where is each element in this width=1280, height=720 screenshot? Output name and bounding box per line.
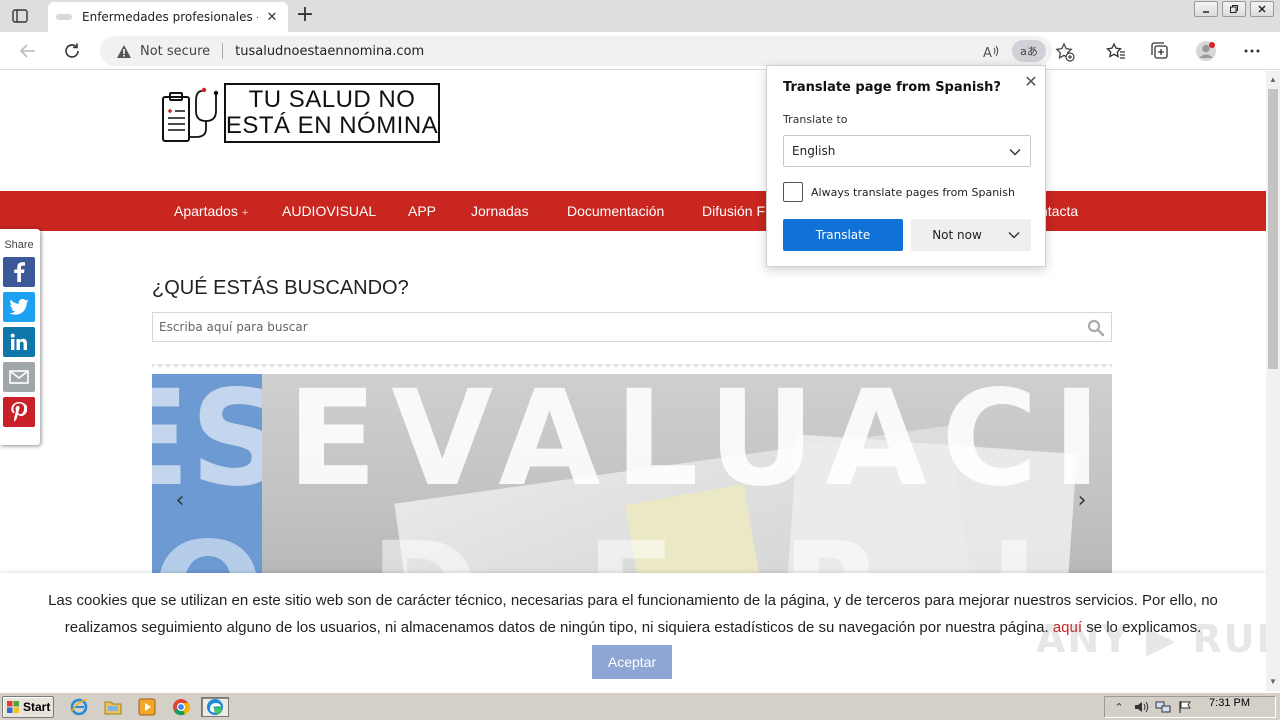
nav-expand-icon: + — [241, 207, 249, 219]
nav-item-jornadas[interactable]: Jornadas — [471, 191, 529, 231]
clipboard-stethoscope-icon — [162, 87, 219, 142]
tab-title: Enfermedades profesionales - Tu salud no… — [82, 10, 258, 24]
scroll-thumb[interactable] — [1268, 89, 1278, 369]
always-translate-row: Always translate pages from Spanish — [783, 182, 1015, 202]
address-bar[interactable]: Not secure tusaludnoestaennomina.com A a… — [100, 36, 1075, 66]
read-aloud-icon[interactable]: A — [980, 41, 1002, 63]
logo-line-1: TU SALUD NO — [248, 86, 416, 113]
translate-popup: Translate page from Spanish? ✕ Translate… — [766, 65, 1046, 267]
email-icon[interactable] — [3, 362, 35, 392]
svg-text:A: A — [983, 46, 992, 60]
share-label: Share — [4, 239, 34, 251]
edge-icon[interactable] — [201, 697, 229, 717]
windows-logo-icon — [7, 701, 19, 713]
scroll-down-icon[interactable]: ▼ — [1268, 676, 1278, 688]
search-heading: ¿QUÉ ESTÁS BUSCANDO? — [152, 277, 409, 299]
page-scrollbar[interactable]: ▲ ▼ — [1266, 71, 1280, 691]
share-sidebar: Share — [0, 229, 40, 445]
address-separator — [222, 43, 224, 59]
minimize-icon[interactable] — [1194, 1, 1218, 17]
tab-actions-icon[interactable] — [8, 6, 32, 26]
tab-close-icon[interactable]: ✕ — [264, 9, 280, 25]
restore-icon[interactable] — [1222, 1, 1246, 17]
nav-item-label: Apartados — [174, 203, 238, 219]
not-now-label: Not now — [932, 228, 982, 242]
start-label: Start — [23, 700, 51, 714]
slider-next-icon[interactable]: › — [1072, 486, 1092, 516]
network-icon[interactable] — [1155, 700, 1171, 714]
translate-popup-title: Translate page from Spanish? — [783, 80, 1001, 95]
system-tray: ⌃ — [1104, 696, 1276, 718]
chevron-down-icon[interactable] — [1007, 228, 1021, 242]
browser-tab-active[interactable]: Enfermedades profesionales - Tu salud no… — [48, 2, 288, 32]
profile-avatar-icon[interactable] — [1194, 40, 1218, 62]
add-favorite-icon[interactable] — [1054, 41, 1076, 63]
logo-line-2: ESTÁ EN NÓMINA — [225, 112, 439, 139]
image-slider[interactable]: ES EVALUACIO O D E R I E S G O ‹ › — [152, 374, 1112, 594]
volume-icon[interactable] — [1133, 700, 1149, 714]
nav-item-audiovisual[interactable]: AUDIOVISUAL — [282, 191, 376, 231]
close-window-icon[interactable] — [1250, 1, 1274, 17]
browser-tab-bar: Enfermedades profesionales - Tu salud no… — [0, 0, 1280, 32]
window-controls — [1190, 0, 1274, 17]
slider-prev-icon[interactable]: ‹ — [170, 486, 190, 516]
logo-text-box: TU SALUD NO ESTÁ EN NÓMINA — [224, 83, 440, 143]
nav-item-difusion[interactable]: Difusión F — [702, 191, 765, 231]
refresh-icon[interactable] — [58, 38, 86, 64]
not-now-button[interactable]: Not now — [911, 219, 1031, 251]
tab-favicon-icon — [56, 14, 72, 20]
pinterest-icon[interactable] — [3, 397, 35, 427]
language-select[interactable]: English — [783, 135, 1031, 167]
main-nav: Apartados + AUDIOVISUAL APP Jornadas Docu… — [0, 191, 1266, 231]
more-menu-icon[interactable] — [1240, 40, 1264, 62]
chrome-icon[interactable] — [170, 697, 192, 717]
translate-icon[interactable]: aあ — [1012, 40, 1046, 62]
collections-icon[interactable] — [1148, 40, 1172, 62]
nav-item-documentacion[interactable]: Documentación — [567, 191, 664, 231]
windows-taskbar: Start ⌃ 7:31 PM — [0, 692, 1280, 720]
always-translate-label[interactable]: Always translate pages from Spanish — [811, 186, 1015, 199]
search-input[interactable] — [153, 313, 1073, 341]
anyrun-watermark: ANY ▶ RUN — [1036, 617, 1266, 661]
slider-text-left: ES — [152, 374, 262, 506]
tray-expand-icon[interactable]: ⌃ — [1111, 700, 1127, 714]
url-text[interactable]: tusaludnoestaennomina.com — [235, 44, 424, 59]
flag-icon[interactable] — [1177, 700, 1193, 714]
linkedin-icon[interactable] — [3, 327, 35, 357]
selected-language: English — [792, 144, 836, 158]
site-logo[interactable]: TU SALUD NO ESTÁ EN NÓMINA — [160, 81, 450, 145]
translate-button[interactable]: Translate — [783, 219, 903, 251]
media-player-icon[interactable] — [136, 697, 158, 717]
chevron-down-icon — [1009, 149, 1021, 156]
favorites-icon[interactable] — [1104, 40, 1128, 62]
nav-item-apartados[interactable]: Apartados + — [174, 191, 248, 231]
security-indicator[interactable]: Not secure — [116, 44, 210, 59]
accept-cookies-button[interactable]: Aceptar — [592, 645, 672, 679]
start-button[interactable]: Start — [2, 696, 54, 718]
translate-to-label: Translate to — [783, 113, 848, 126]
slider-headline: EVALUACIO — [287, 374, 1112, 516]
search-box — [152, 312, 1112, 342]
not-secure-label: Not secure — [140, 43, 211, 59]
twitter-icon[interactable] — [3, 292, 35, 322]
scroll-up-icon[interactable]: ▲ — [1268, 74, 1278, 86]
decorative-divider — [152, 364, 1112, 372]
taskbar-clock[interactable]: 7:31 PM — [1209, 697, 1250, 709]
close-icon[interactable]: ✕ — [1021, 72, 1041, 92]
facebook-icon[interactable] — [3, 257, 35, 287]
warning-icon — [117, 44, 131, 58]
browser-toolbar: Not secure tusaludnoestaennomina.com A a… — [0, 32, 1280, 70]
cookie-banner: Las cookies que se utilizan en este siti… — [0, 573, 1266, 691]
nav-item-app[interactable]: APP — [408, 191, 436, 231]
search-icon[interactable] — [1087, 319, 1105, 337]
back-icon[interactable] — [14, 38, 42, 64]
web-page: TU SALUD NO ESTÁ EN NÓMINA Apartados + AU… — [0, 71, 1266, 691]
always-translate-checkbox[interactable] — [783, 182, 803, 202]
internet-explorer-icon[interactable] — [68, 697, 90, 717]
file-explorer-icon[interactable] — [102, 697, 124, 717]
new-tab-button[interactable]: + — [294, 4, 316, 26]
